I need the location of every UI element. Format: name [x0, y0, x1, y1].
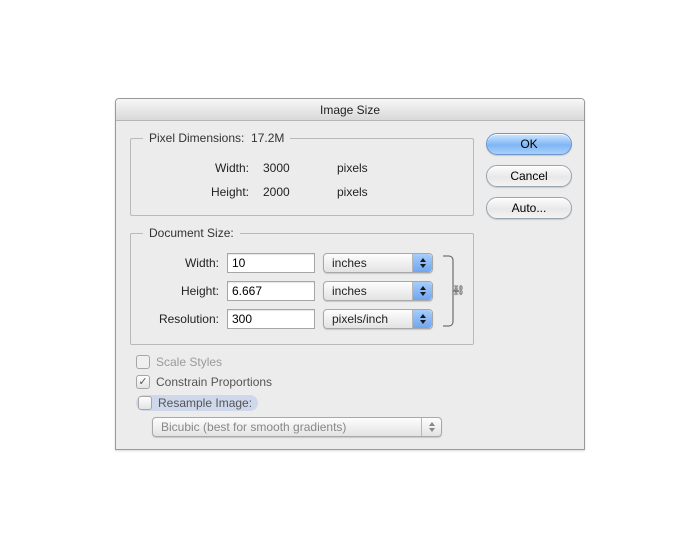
- scale-styles-checkbox: [136, 355, 150, 369]
- scale-styles-label: Scale Styles: [156, 355, 222, 369]
- scale-styles-row: Scale Styles: [136, 355, 474, 369]
- ds-resolution-unit-label: pixels/inch: [332, 312, 412, 326]
- image-size-dialog: Image Size Pixel Dimensions: 17.2M Width…: [115, 98, 585, 450]
- resample-image-row: Resample Image:: [136, 395, 474, 411]
- ds-resolution-input[interactable]: [227, 309, 315, 329]
- resample-method-label: Bicubic (best for smooth gradients): [161, 420, 421, 434]
- document-size-legend: Document Size:: [143, 226, 240, 240]
- ds-height-input[interactable]: [227, 281, 315, 301]
- resample-highlight: Resample Image:: [136, 395, 258, 411]
- dialog-content: Pixel Dimensions: 17.2M Width: 3000 pixe…: [116, 121, 584, 449]
- ds-width-unit-combo[interactable]: inches: [323, 253, 433, 273]
- auto-button[interactable]: Auto...: [486, 197, 572, 219]
- ds-width-unit-label: inches: [332, 256, 412, 270]
- pd-width-row: Width: 3000 pixels: [143, 155, 461, 179]
- ds-width-row: Width: inches: [143, 253, 433, 273]
- dialog-title: Image Size: [116, 99, 584, 121]
- ds-width-label: Width:: [143, 256, 219, 270]
- cancel-button[interactable]: Cancel: [486, 165, 572, 187]
- pd-height-value: 2000: [263, 185, 323, 199]
- pixel-dimensions-legend: Pixel Dimensions: 17.2M: [143, 131, 290, 145]
- updown-icon: [412, 310, 432, 328]
- ds-height-label: Height:: [143, 284, 219, 298]
- ds-resolution-row: Resolution: pixels/inch: [143, 309, 433, 329]
- pd-height-unit: pixels: [337, 185, 407, 199]
- link-icon: ⛓: [452, 286, 465, 297]
- pd-width-unit: pixels: [337, 161, 407, 175]
- ds-height-unit-combo[interactable]: inches: [323, 281, 433, 301]
- constrain-proportions-checkbox[interactable]: ✓: [136, 375, 150, 389]
- left-column: Pixel Dimensions: 17.2M Width: 3000 pixe…: [130, 131, 474, 437]
- resample-image-checkbox[interactable]: [138, 396, 152, 410]
- pd-width-value: 3000: [263, 161, 323, 175]
- ok-button[interactable]: OK: [486, 133, 572, 155]
- resample-image-label: Resample Image:: [158, 396, 252, 410]
- ds-height-unit-label: inches: [332, 284, 412, 298]
- ds-resolution-label: Resolution:: [143, 312, 219, 326]
- updown-icon: [412, 282, 432, 300]
- updown-icon: [421, 418, 441, 436]
- document-size-group: Document Size: Width: inches Heig: [130, 226, 474, 345]
- pd-height-label: Height:: [167, 185, 249, 199]
- right-column: OK Cancel Auto...: [486, 131, 572, 437]
- pixel-dimensions-size: 17.2M: [251, 131, 284, 145]
- pd-height-row: Height: 2000 pixels: [143, 179, 461, 203]
- updown-icon: [412, 254, 432, 272]
- ds-height-row: Height: inches: [143, 281, 433, 301]
- pd-width-label: Width:: [167, 161, 249, 175]
- link-bracket: ⛓: [441, 250, 461, 332]
- pixel-dimensions-group: Pixel Dimensions: 17.2M Width: 3000 pixe…: [130, 131, 474, 216]
- constrain-proportions-label: Constrain Proportions: [156, 375, 272, 389]
- resample-method-combo: Bicubic (best for smooth gradients): [152, 417, 442, 437]
- ds-resolution-unit-combo[interactable]: pixels/inch: [323, 309, 433, 329]
- ds-width-input[interactable]: [227, 253, 315, 273]
- constrain-proportions-row: ✓ Constrain Proportions: [136, 375, 474, 389]
